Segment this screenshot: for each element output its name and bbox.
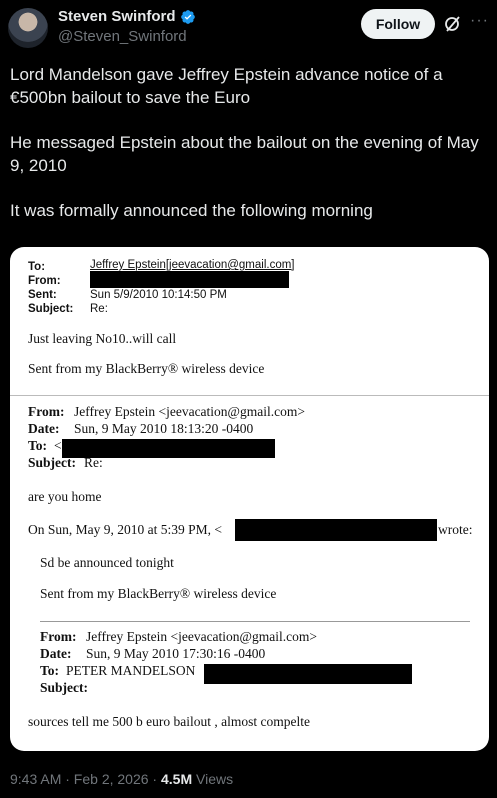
from-label: From: bbox=[40, 629, 77, 644]
author-name-text[interactable]: Steven Swinford bbox=[58, 8, 176, 25]
grok-icon[interactable] bbox=[443, 14, 463, 34]
redaction-bar bbox=[90, 271, 289, 288]
redaction-bar bbox=[204, 664, 412, 684]
from-value: Jeffrey Epstein <jeevacation@gmail.com> bbox=[86, 629, 317, 644]
sent-value: Sun 5/9/2010 10:14:50 PM bbox=[90, 289, 227, 301]
from-label: From: bbox=[28, 404, 65, 419]
quoted-footer: Sent from my BlackBerry® wireless device bbox=[40, 586, 277, 601]
author-name[interactable]: Steven Swinford bbox=[58, 8, 196, 25]
to-value: PETER MANDELSON bbox=[66, 663, 196, 678]
date-label: Date: bbox=[40, 646, 72, 661]
to-value: < bbox=[54, 438, 62, 453]
divider bbox=[40, 621, 470, 622]
tweet-paragraph: Lord Mandelson gave Jeffrey Epstein adva… bbox=[10, 65, 443, 107]
follow-button[interactable]: Follow bbox=[361, 9, 435, 39]
email-image[interactable]: To: Jeffrey Epstein[jeevacation@gmail.co… bbox=[10, 247, 489, 751]
tweet-text: Lord Mandelson gave Jeffrey Epstein adva… bbox=[10, 63, 490, 222]
views-count: 4.5M bbox=[160, 771, 193, 787]
email-body: Just leaving No10..will call bbox=[28, 331, 177, 346]
subject-label: Subject: bbox=[28, 303, 74, 315]
email-header-block: To: Jeffrey Epstein[jeevacation@gmail.co… bbox=[10, 247, 489, 396]
date-label: Date: bbox=[28, 421, 60, 436]
to-label: To: bbox=[28, 438, 48, 453]
to-label: To: bbox=[28, 261, 46, 273]
redaction-bar bbox=[235, 519, 437, 541]
from-label: From: bbox=[28, 275, 61, 287]
subject-label: Subject: bbox=[28, 455, 76, 470]
more-options-icon[interactable]: ··· bbox=[470, 12, 489, 30]
tweet-paragraph: He messaged Epstein about the bailout on… bbox=[10, 133, 479, 175]
date-value: Sun, 9 May 2010 18:13:20 -0400 bbox=[74, 421, 254, 436]
from-value: Jeffrey Epstein <jeevacation@gmail.com> bbox=[74, 404, 305, 419]
quoted-header: On Sun, May 9, 2010 at 5:39 PM, < bbox=[28, 522, 222, 537]
to-label: To: bbox=[40, 663, 60, 678]
subject-value: Re: bbox=[90, 303, 108, 315]
subject-label: Subject: bbox=[40, 680, 88, 695]
date-value: Sun, 9 May 2010 17:30:16 -0400 bbox=[86, 646, 266, 661]
verified-badge-icon bbox=[180, 9, 195, 24]
tweet-paragraph: It was formally announced the following … bbox=[10, 201, 373, 220]
wrote-text: wrote: bbox=[438, 522, 473, 537]
author-handle[interactable]: @Steven_Swinford bbox=[58, 28, 187, 45]
views-label: Views bbox=[192, 771, 234, 787]
email-body: are you home bbox=[28, 489, 102, 504]
quoted-body: Sd be announced tonight bbox=[40, 555, 174, 570]
email-body: sources tell me 500 b euro bailout , alm… bbox=[28, 714, 310, 729]
sent-label: Sent: bbox=[28, 289, 57, 301]
email-footer: Sent from my BlackBerry® wireless device bbox=[28, 361, 265, 376]
to-value: Jeffrey Epstein[jeevacation@gmail.com] bbox=[90, 259, 295, 271]
tweet-meta: 9:43 AM · Feb 2, 2026 · 4.5M Views bbox=[10, 771, 233, 787]
subject-value: Re: bbox=[84, 455, 103, 470]
timestamp[interactable]: 9:43 AM · Feb 2, 2026 · bbox=[10, 771, 161, 787]
avatar[interactable] bbox=[8, 8, 48, 48]
